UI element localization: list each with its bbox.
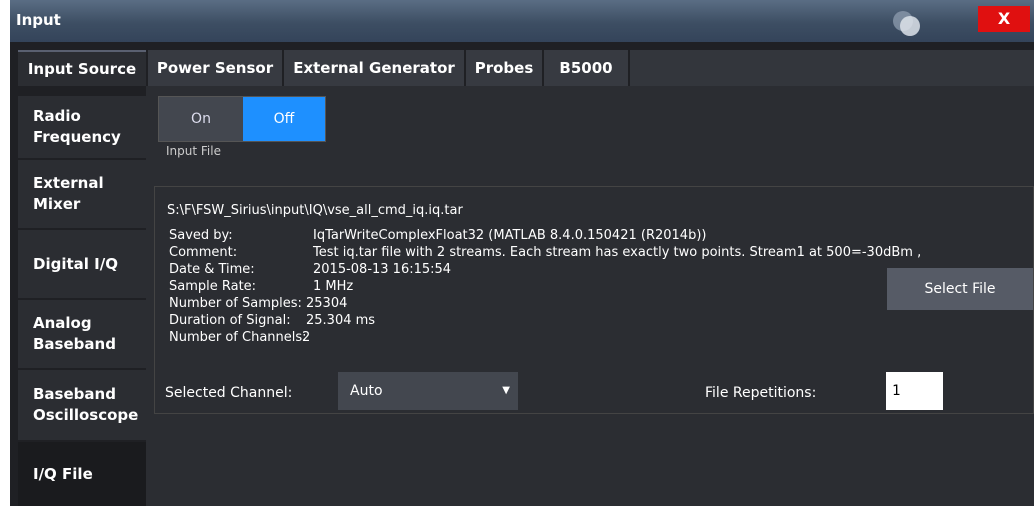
input-dialog: Input X Input Source Power Sensor Extern… (10, 0, 1034, 506)
help-icon[interactable] (890, 8, 924, 38)
sidebar-item-external-mixer[interactable]: External Mixer (18, 160, 146, 228)
sidebar-item-iq-file[interactable]: I/Q File (18, 442, 146, 506)
selected-channel-dropdown[interactable]: Auto ▼ (338, 372, 518, 410)
saved-by-value: IqTarWriteComplexFloat32 (MATLAB 8.4.0.1… (313, 228, 707, 243)
toggle-on-option[interactable]: On (159, 97, 243, 141)
file-repetitions-input[interactable]: 1 (886, 372, 943, 410)
tab-strip-filler (630, 50, 1034, 86)
num-channels-label: Number of Channels: (169, 330, 307, 345)
tab-probes[interactable]: Probes (466, 50, 542, 86)
dropdown-caret-icon: ▼ (502, 385, 510, 396)
input-file-toggle[interactable]: On Off (158, 96, 326, 142)
tab-external-generator[interactable]: External Generator (284, 50, 464, 86)
tab-b5000[interactable]: B5000 (544, 50, 628, 86)
close-button[interactable]: X (978, 6, 1030, 32)
iq-file-panel: On Off Input File S:\F\FSW_Sirius\input\… (146, 86, 1034, 506)
sample-rate-value: 1 MHz (313, 279, 354, 294)
selected-channel-label: Selected Channel: (165, 385, 293, 401)
title-bar[interactable]: Input X (10, 0, 1034, 42)
selected-channel-value: Auto (350, 383, 383, 399)
sidebar-item-baseband-oscilloscope[interactable]: Baseband Oscilloscope (18, 370, 146, 440)
num-samples-label: Number of Samples: (169, 296, 302, 311)
file-repetitions-label: File Repetitions: (705, 385, 817, 401)
num-channels-value: 2 (302, 330, 311, 345)
date-time-label: Date & Time: (169, 262, 255, 277)
saved-by-label: Saved by: (169, 228, 233, 243)
num-samples-value: 25304 (306, 296, 348, 311)
duration-value: 25.304 ms (306, 313, 376, 328)
file-path: S:\F\FSW_Sirius\input\IQ\vse_all_cmd_iq.… (167, 203, 463, 218)
dialog-title: Input (16, 11, 61, 29)
tab-bar: Input Source Power Sensor External Gener… (10, 42, 1034, 90)
tab-input-source[interactable]: Input Source (18, 50, 146, 86)
tab-power-sensor[interactable]: Power Sensor (148, 50, 282, 86)
duration-label: Duration of Signal: (169, 313, 291, 328)
comment-label: Comment: (169, 245, 238, 260)
input-file-label: Input File (166, 144, 221, 158)
sidebar-item-radio-frequency[interactable]: Radio Frequency (18, 96, 146, 158)
sidebar-item-digital-iq[interactable]: Digital I/Q (18, 230, 146, 298)
comment-value: Test iq.tar file with 2 streams. Each st… (313, 245, 922, 260)
sample-rate-label: Sample Rate: (169, 279, 257, 294)
date-time-value: 2015-08-13 16:15:54 (313, 262, 452, 277)
select-file-button[interactable]: Select File (887, 268, 1033, 310)
sidebar-item-analog-baseband[interactable]: Analog Baseband (18, 300, 146, 368)
toggle-off-option[interactable]: Off (243, 97, 325, 141)
